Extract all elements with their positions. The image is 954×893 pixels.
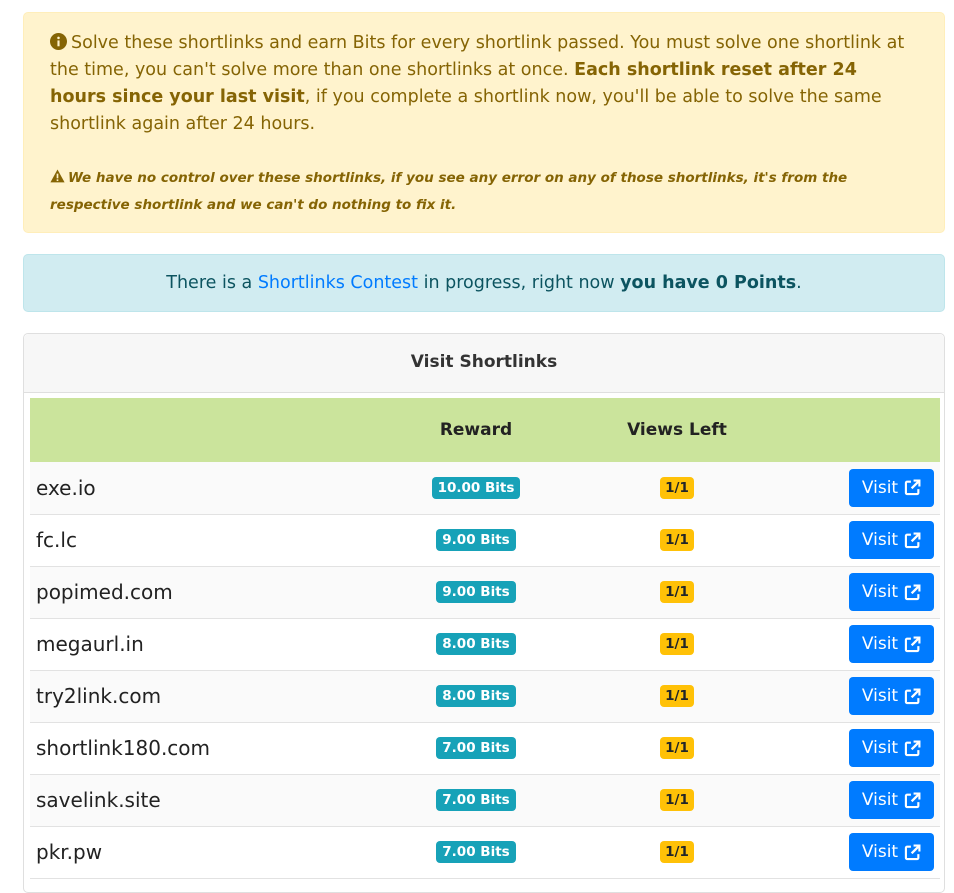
reward-badge: 7.00 Bits bbox=[436, 789, 516, 811]
table-header-row: Reward Views Left bbox=[30, 398, 940, 462]
card-title: Visit Shortlinks bbox=[24, 334, 944, 393]
visit-button[interactable]: Visit bbox=[849, 521, 934, 559]
external-link-icon bbox=[904, 584, 921, 600]
visit-label: Visit bbox=[861, 738, 899, 758]
exclamation-triangle-icon bbox=[50, 169, 65, 183]
visit-label: Visit bbox=[861, 530, 899, 550]
reward-badge: 9.00 Bits bbox=[436, 581, 516, 603]
visit-button[interactable]: Visit bbox=[849, 781, 934, 819]
external-link-icon bbox=[904, 636, 921, 652]
visit-label: Visit bbox=[861, 842, 899, 862]
table-row: shortlink180.com 7.00 Bits 1/1 Visit bbox=[30, 722, 940, 774]
contest-suffix: . bbox=[796, 273, 802, 293]
views-left-badge: 1/1 bbox=[660, 841, 694, 863]
views-left-badge: 1/1 bbox=[660, 581, 694, 603]
views-left-badge: 1/1 bbox=[660, 737, 694, 759]
col-views-left: Views Left bbox=[627, 420, 727, 440]
external-link-icon bbox=[904, 844, 921, 860]
table-row: popimed.com 9.00 Bits 1/1 Visit bbox=[30, 566, 940, 618]
reward-badge: 7.00 Bits bbox=[436, 841, 516, 863]
table-row: exe.io 10.00 Bits 1/1 Visit bbox=[30, 462, 940, 514]
contest-points: you have 0 Points bbox=[620, 273, 797, 293]
visit-button[interactable]: Visit bbox=[849, 833, 934, 871]
reward-badge: 8.00 Bits bbox=[436, 685, 516, 707]
contest-prefix: There is a bbox=[166, 273, 258, 293]
shortlinks-notice: Solve these shortlinks and earn Bits for… bbox=[23, 12, 945, 233]
table-row: savelink.site 7.00 Bits 1/1 Visit bbox=[30, 774, 940, 826]
col-action bbox=[802, 398, 940, 462]
visit-label: Visit bbox=[861, 790, 899, 810]
views-left-badge: 1/1 bbox=[660, 685, 694, 707]
visit-button[interactable]: Visit bbox=[849, 677, 934, 715]
shortlink-name: try2link.com bbox=[36, 684, 162, 708]
table-row: pkr.pw 7.00 Bits 1/1 Visit bbox=[30, 826, 940, 878]
shortlink-name: popimed.com bbox=[36, 580, 173, 604]
shortlinks-table: Reward Views Left exe.io 10.00 Bits 1/1 … bbox=[30, 398, 940, 879]
shortlink-name: fc.lc bbox=[36, 528, 77, 552]
views-left-badge: 1/1 bbox=[660, 529, 694, 551]
table-row: fc.lc 9.00 Bits 1/1 Visit bbox=[30, 514, 940, 566]
col-name bbox=[30, 398, 400, 462]
shortlinks-card: Visit Shortlinks Reward Views Left exe.i… bbox=[23, 333, 945, 893]
visit-button[interactable]: Visit bbox=[849, 729, 934, 767]
visit-label: Visit bbox=[861, 634, 899, 654]
notice-warning: We have no control over these shortlinks… bbox=[50, 165, 918, 219]
col-reward: Reward bbox=[439, 420, 513, 440]
views-left-badge: 1/1 bbox=[660, 633, 694, 655]
views-left-badge: 1/1 bbox=[660, 476, 694, 499]
shortlink-name: exe.io bbox=[36, 475, 96, 500]
shortlink-name: pkr.pw bbox=[36, 840, 103, 864]
reward-badge: 10.00 Bits bbox=[431, 476, 521, 499]
shortlink-name: savelink.site bbox=[36, 788, 161, 812]
reward-badge: 8.00 Bits bbox=[436, 633, 516, 655]
shortlink-name: shortlink180.com bbox=[36, 736, 211, 760]
views-left-badge: 1/1 bbox=[660, 789, 694, 811]
contest-banner: There is a Shortlinks Contest in progres… bbox=[23, 254, 945, 312]
visit-label: Visit bbox=[861, 582, 899, 602]
visit-label: Visit bbox=[861, 686, 899, 706]
external-link-icon bbox=[904, 688, 921, 704]
page: Solve these shortlinks and earn Bits for… bbox=[0, 0, 954, 893]
external-link-icon bbox=[904, 740, 921, 756]
reward-badge: 9.00 Bits bbox=[436, 529, 516, 551]
contest-middle: in progress, right now bbox=[418, 273, 621, 293]
visit-label: Visit bbox=[861, 477, 899, 498]
visit-button[interactable]: Visit bbox=[849, 573, 934, 611]
reward-badge: 7.00 Bits bbox=[436, 737, 516, 759]
notice-text: Solve these shortlinks and earn Bits for… bbox=[50, 30, 918, 138]
table-body: exe.io 10.00 Bits 1/1 Visit fc.lc 9.00 B… bbox=[30, 462, 940, 878]
shortlink-name: megaurl.in bbox=[36, 632, 144, 656]
table-row: try2link.com 8.00 Bits 1/1 Visit bbox=[30, 670, 940, 722]
contest-link[interactable]: Shortlinks Contest bbox=[258, 273, 418, 293]
visit-button[interactable]: Visit bbox=[849, 468, 934, 507]
visit-button[interactable]: Visit bbox=[849, 625, 934, 663]
notice-warning-text: We have no control over these shortlinks… bbox=[50, 170, 848, 213]
external-link-icon bbox=[904, 479, 921, 496]
external-link-icon bbox=[904, 792, 921, 808]
info-circle-icon bbox=[50, 33, 67, 50]
table-row: megaurl.in 8.00 Bits 1/1 Visit bbox=[30, 618, 940, 670]
external-link-icon bbox=[904, 532, 921, 548]
